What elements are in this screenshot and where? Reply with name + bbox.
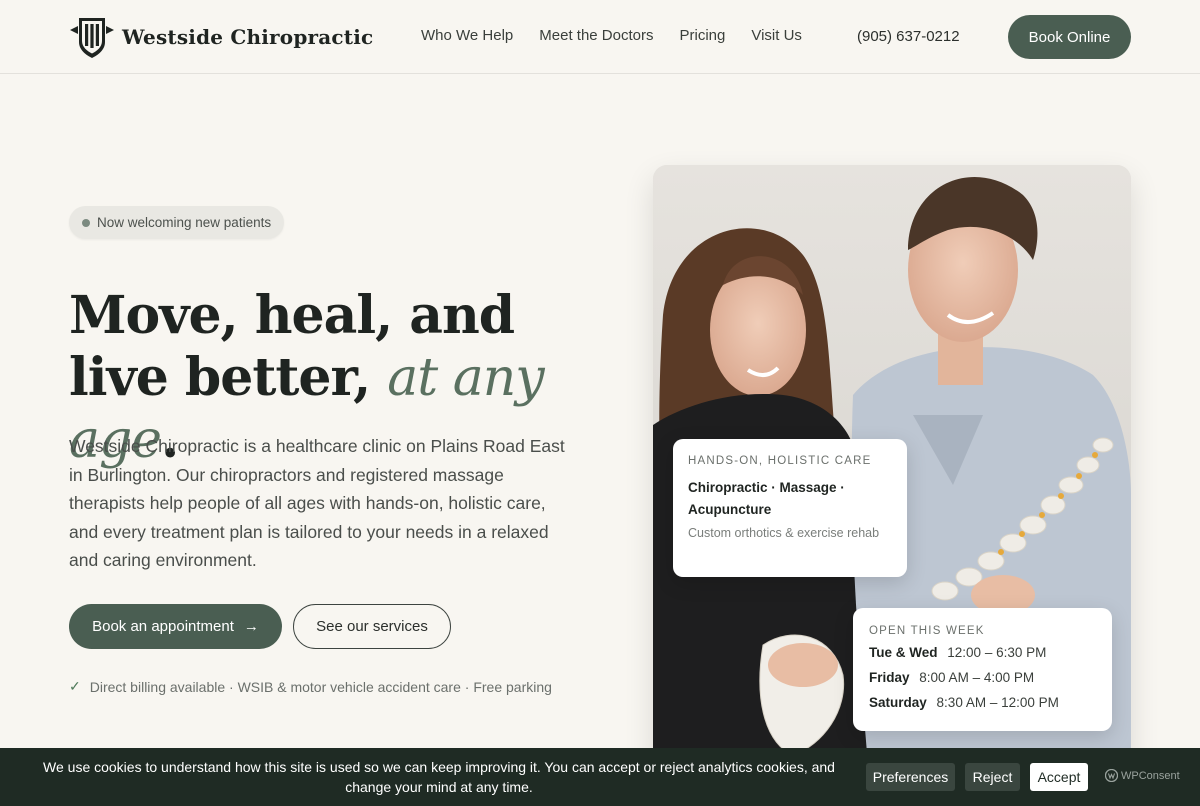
hours-time: 8:30 AM – 12:00 PM: [936, 695, 1059, 710]
care-card-title: Chiropractic · Massage · Acupuncture: [688, 480, 845, 517]
cookie-preferences-button[interactable]: Preferences: [866, 763, 955, 791]
book-appointment-label: Book an appointment: [92, 618, 234, 635]
feature-list: ✓ Direct billing available · WSIB & moto…: [69, 678, 552, 695]
hours-day: Tue & Wed: [869, 645, 938, 660]
care-card-subtitle: Custom orthotics & exercise rehab: [688, 526, 880, 540]
status-dot: [82, 219, 90, 227]
hours-card: Open this week Tue & Wed 12:00 – 6:30 PM…: [853, 608, 1112, 731]
hours-day: Friday: [869, 670, 910, 685]
cookie-reject-button[interactable]: Reject: [965, 763, 1020, 791]
cookie-banner: We use cookies to understand how this si…: [0, 748, 1200, 806]
brand-logo[interactable]: Westside Chiropractic: [68, 14, 373, 60]
hours-time: 8:00 AM – 4:00 PM: [919, 670, 1035, 685]
hours-row: Saturday 8:30 AM – 12:00 PM: [869, 693, 1096, 712]
cookie-accept-button[interactable]: Accept: [1030, 763, 1088, 791]
care-info-card: Hands-on, holistic care Chiropractic · M…: [673, 439, 907, 577]
check-icon: ✓: [69, 678, 81, 694]
see-services-button[interactable]: See our services: [293, 604, 451, 649]
wpconsent-label: WPConsent: [1121, 769, 1180, 782]
book-online-button[interactable]: Book Online: [1008, 15, 1131, 59]
hours-time: 12:00 – 6:30 PM: [947, 645, 1047, 660]
wpconsent-logo[interactable]: WPConsent: [1105, 769, 1180, 782]
cookie-message: We use cookies to understand how this si…: [43, 759, 835, 795]
care-card-eyebrow: Hands-on, holistic care: [688, 455, 872, 467]
hours-row: Friday 8:00 AM – 4:00 PM: [869, 668, 1096, 687]
hours-card-eyebrow: Open this week: [869, 625, 985, 637]
nav-item-visit-us[interactable]: Visit Us: [751, 27, 802, 44]
crest-shield-icon: [70, 18, 114, 58]
nav-item-meet-the-doctors[interactable]: Meet the Doctors: [539, 27, 653, 44]
hours-row: Tue & Wed 12:00 – 6:30 PM: [869, 643, 1096, 662]
brand-name: Westside Chiropractic: [122, 25, 374, 49]
badge-label: Now welcoming new patients: [97, 215, 272, 230]
arrow-right-icon: →: [243, 618, 259, 635]
site-header: Westside Chiropractic Who We Help Meet t…: [0, 0, 1200, 74]
wpconsent-icon: [1105, 769, 1118, 782]
main-nav: Who We Help Meet the Doctors Pricing Vis…: [421, 27, 828, 44]
new-patients-badge: Now welcoming new patients: [69, 206, 285, 239]
book-appointment-button[interactable]: Book an appointment →: [69, 604, 282, 649]
phone-link[interactable]: (905) 637-0212: [857, 28, 960, 45]
nav-item-pricing[interactable]: Pricing: [679, 27, 725, 44]
hero-intro: Westside Chiropractic is a healthcare cl…: [69, 436, 565, 570]
nav-item-who-we-help[interactable]: Who We Help: [421, 27, 513, 44]
features-text: Direct billing available · WSIB & motor …: [89, 678, 552, 695]
hours-day: Saturday: [869, 695, 927, 710]
